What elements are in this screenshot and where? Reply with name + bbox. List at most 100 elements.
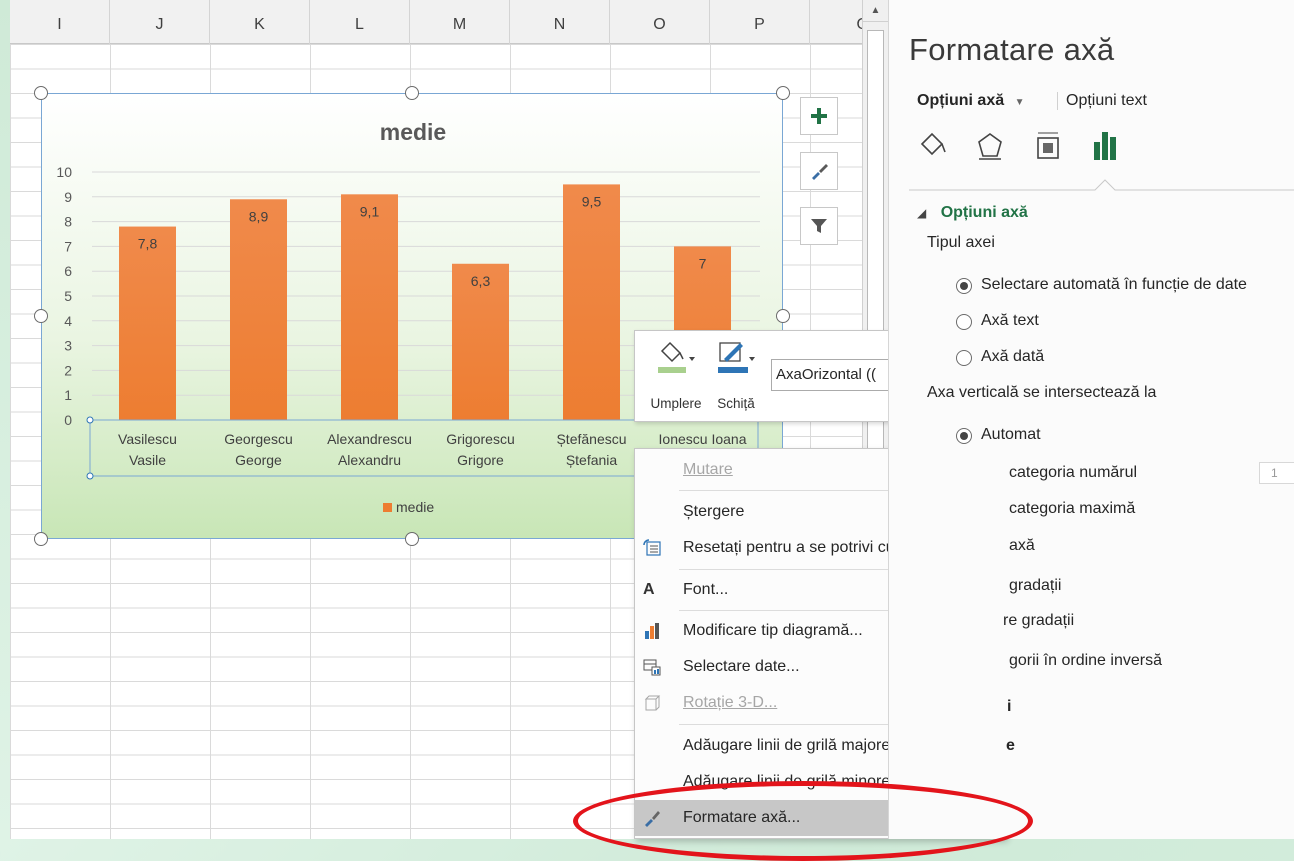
reverse-order-label: gorii în ordine inversă bbox=[1009, 652, 1162, 669]
chart-type-icon bbox=[645, 623, 659, 639]
cube-icon bbox=[644, 695, 661, 711]
bar-data-label: 9,5 bbox=[582, 193, 602, 209]
radio-auto-select-label: Selectare automată în funcție de date bbox=[981, 276, 1247, 293]
resize-handle-bottom-left[interactable] bbox=[34, 532, 48, 546]
bar bbox=[230, 199, 287, 420]
bar-data-label: 8,9 bbox=[249, 208, 269, 224]
axis-options-icon[interactable] bbox=[1091, 128, 1121, 162]
y-tick-label: 1 bbox=[64, 387, 72, 403]
legend-label: medie bbox=[396, 499, 434, 515]
effects-pentagon-icon[interactable] bbox=[975, 130, 1005, 162]
size-properties-icon[interactable] bbox=[1033, 130, 1063, 162]
tab-text-options-label: Opțiuni text bbox=[1066, 92, 1147, 109]
menu-label: Selectare date... bbox=[683, 658, 800, 675]
font-icon: A bbox=[643, 581, 655, 598]
x-tick-label: Alexandru bbox=[338, 452, 401, 468]
y-tick-label: 0 bbox=[64, 412, 72, 428]
x-tick-label: Ștefănescu bbox=[556, 431, 626, 447]
window-edge bbox=[0, 0, 10, 839]
legend-swatch bbox=[383, 503, 392, 512]
menu-label: Font... bbox=[683, 581, 729, 598]
tick-marks-label-2: re gradații bbox=[1003, 612, 1075, 629]
axis-value-label: axă bbox=[1009, 537, 1035, 554]
radio-automat[interactable] bbox=[956, 428, 972, 444]
radio-text-axis[interactable] bbox=[956, 314, 972, 330]
fill-line-icon[interactable] bbox=[917, 130, 947, 162]
column-header-k[interactable]: K bbox=[210, 0, 310, 44]
x-tick-label: Ștefania bbox=[566, 452, 618, 468]
column-header-m[interactable]: M bbox=[410, 0, 510, 44]
column-header-j[interactable]: J bbox=[110, 0, 210, 44]
axis-handle bbox=[86, 472, 94, 480]
bar-data-label: 7 bbox=[699, 255, 707, 271]
radio-text-axis-label: Axă text bbox=[981, 312, 1039, 329]
pen-outline-icon bbox=[718, 342, 755, 373]
chevron-down-icon: ▼ bbox=[1014, 97, 1025, 108]
tab-indicator bbox=[909, 179, 1294, 191]
bar-data-label: 6,3 bbox=[471, 273, 491, 289]
bar-data-label: 9,1 bbox=[360, 203, 380, 219]
column-header-q[interactable]: Q bbox=[810, 0, 862, 44]
max-category-label: categoria maximă bbox=[1009, 500, 1136, 517]
reset-style-icon bbox=[643, 539, 661, 556]
y-tick-label: 9 bbox=[64, 189, 72, 205]
menu-label: Ștergere bbox=[683, 503, 745, 520]
highlight-annotation bbox=[573, 781, 1033, 861]
y-tick-label: 3 bbox=[64, 338, 72, 354]
chart-elements-button[interactable] bbox=[800, 97, 838, 135]
intersect-label: Axa verticală se intersectează la bbox=[927, 384, 1157, 401]
radio-date-axis[interactable] bbox=[956, 350, 972, 366]
column-header-l[interactable]: L bbox=[310, 0, 410, 44]
section-partial-2: e bbox=[1006, 737, 1015, 754]
chart-styles-button[interactable] bbox=[800, 152, 838, 190]
column-header-p[interactable]: P bbox=[710, 0, 810, 44]
section-partial-1: i bbox=[1007, 698, 1012, 715]
brush-icon bbox=[812, 164, 828, 180]
y-tick-label: 7 bbox=[64, 238, 72, 254]
resize-handle-right[interactable] bbox=[776, 309, 790, 323]
menu-label: Mutare bbox=[683, 461, 733, 478]
menu-label: Rotație 3-D... bbox=[683, 694, 778, 711]
chart-element-value: AxaOrizontal (( bbox=[776, 366, 877, 383]
y-tick-label: 5 bbox=[64, 288, 72, 304]
x-tick-label: Georgescu bbox=[224, 431, 292, 447]
plus-icon bbox=[811, 108, 827, 124]
radio-date-axis-label: Axă dată bbox=[981, 348, 1045, 365]
menu-label: Modificare tip diagramă... bbox=[683, 622, 863, 639]
chart-filters-button[interactable] bbox=[800, 207, 838, 245]
scroll-up-arrow-icon[interactable]: ▲ bbox=[863, 0, 888, 22]
radio-auto-select[interactable] bbox=[956, 278, 972, 294]
axis-handle bbox=[86, 416, 94, 424]
collapse-triangle-icon: ◢ bbox=[917, 206, 927, 220]
pane-title: Formatare axă bbox=[909, 32, 1115, 67]
resize-handle-top-right[interactable] bbox=[776, 86, 790, 100]
format-axis-pane: Formatare axă Opțiuni axă ▼ Opțiuni text… bbox=[888, 0, 1294, 839]
tab-axis-options-label: Opțiuni axă bbox=[917, 92, 1005, 109]
x-tick-label: Vasile bbox=[129, 452, 166, 468]
radio-automat-label: Automat bbox=[981, 426, 1041, 443]
x-tick-label: Grigore bbox=[457, 452, 504, 468]
category-number-label: categoria numărul bbox=[1009, 464, 1138, 481]
resize-handle-left[interactable] bbox=[34, 309, 48, 323]
resize-handle-bottom[interactable] bbox=[405, 532, 419, 546]
y-tick-label: 10 bbox=[56, 164, 72, 180]
column-header-o[interactable]: O bbox=[610, 0, 710, 44]
tab-axis-options[interactable]: Opțiuni axă ▼ bbox=[917, 92, 1024, 110]
column-header-n[interactable]: N bbox=[510, 0, 610, 44]
resize-handle-top-left[interactable] bbox=[34, 86, 48, 100]
fill-button[interactable]: Umplere bbox=[647, 337, 705, 417]
column-headers: IJKLMNOPQ bbox=[0, 0, 862, 44]
bar bbox=[119, 226, 176, 420]
y-tick-label: 4 bbox=[64, 313, 72, 329]
x-tick-label: George bbox=[235, 452, 282, 468]
category-number-input[interactable]: 1 bbox=[1259, 462, 1294, 484]
column-header-i[interactable]: I bbox=[10, 0, 110, 44]
y-tick-label: 6 bbox=[64, 263, 72, 279]
resize-handle-top[interactable] bbox=[405, 86, 419, 100]
y-tick-label: 8 bbox=[64, 214, 72, 230]
tab-text-options[interactable]: Opțiuni text bbox=[1057, 92, 1147, 110]
outline-label: Schiță bbox=[717, 396, 755, 411]
tick-marks-label: gradații bbox=[1009, 577, 1062, 594]
section-axis-options[interactable]: ◢ Opțiuni axă bbox=[917, 204, 1028, 222]
outline-button[interactable]: Schiță bbox=[707, 337, 765, 417]
